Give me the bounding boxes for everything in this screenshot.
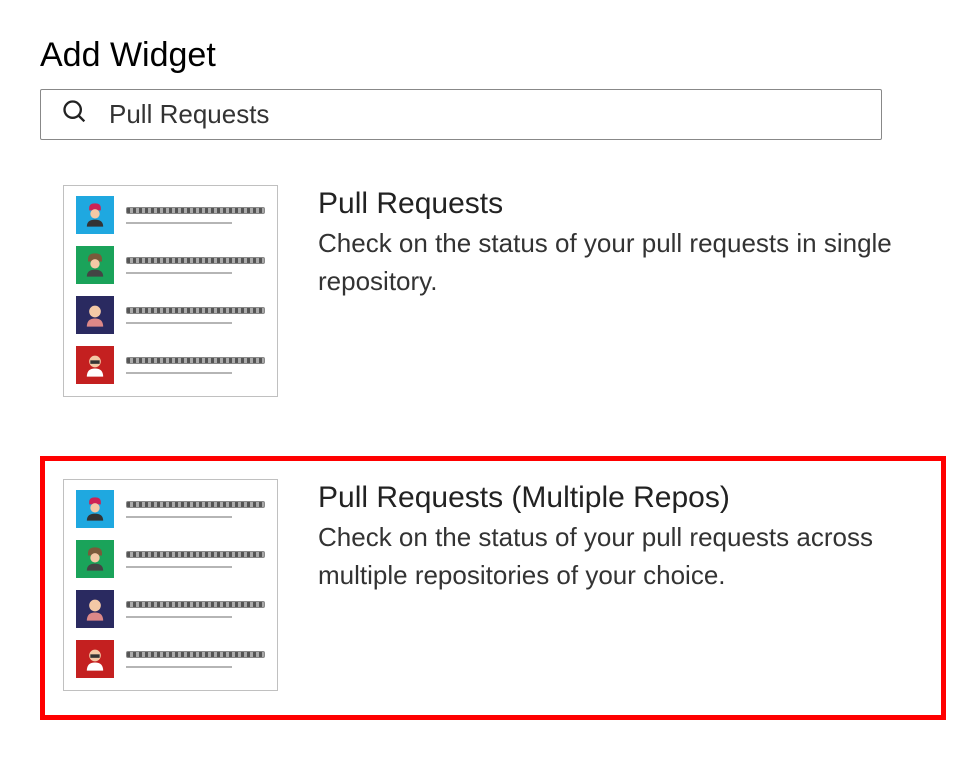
widget-description: Check on the status of your pull request… — [318, 225, 918, 300]
widget-thumbnail — [63, 479, 278, 691]
avatar-icon — [76, 296, 114, 334]
avatar-icon — [76, 540, 114, 578]
avatar-icon — [76, 590, 114, 628]
avatar-icon — [76, 246, 114, 284]
widget-list: Pull Requests Check on the status of you… — [40, 162, 921, 720]
page-title: Add Widget — [40, 36, 921, 75]
avatar-icon — [76, 640, 114, 678]
avatar-icon — [76, 490, 114, 528]
search-input[interactable] — [109, 99, 861, 130]
widget-description: Check on the status of your pull request… — [318, 519, 918, 594]
widget-item-pull-requests-multiple-repos[interactable]: Pull Requests (Multiple Repos) Check on … — [40, 456, 946, 720]
search-icon — [61, 98, 109, 131]
widget-item-pull-requests[interactable]: Pull Requests Check on the status of you… — [40, 162, 946, 426]
avatar-icon — [76, 346, 114, 384]
widget-title: Pull Requests (Multiple Repos) — [318, 481, 918, 515]
search-box[interactable] — [40, 89, 882, 140]
widget-thumbnail — [63, 185, 278, 397]
widget-title: Pull Requests — [318, 187, 918, 221]
avatar-icon — [76, 196, 114, 234]
